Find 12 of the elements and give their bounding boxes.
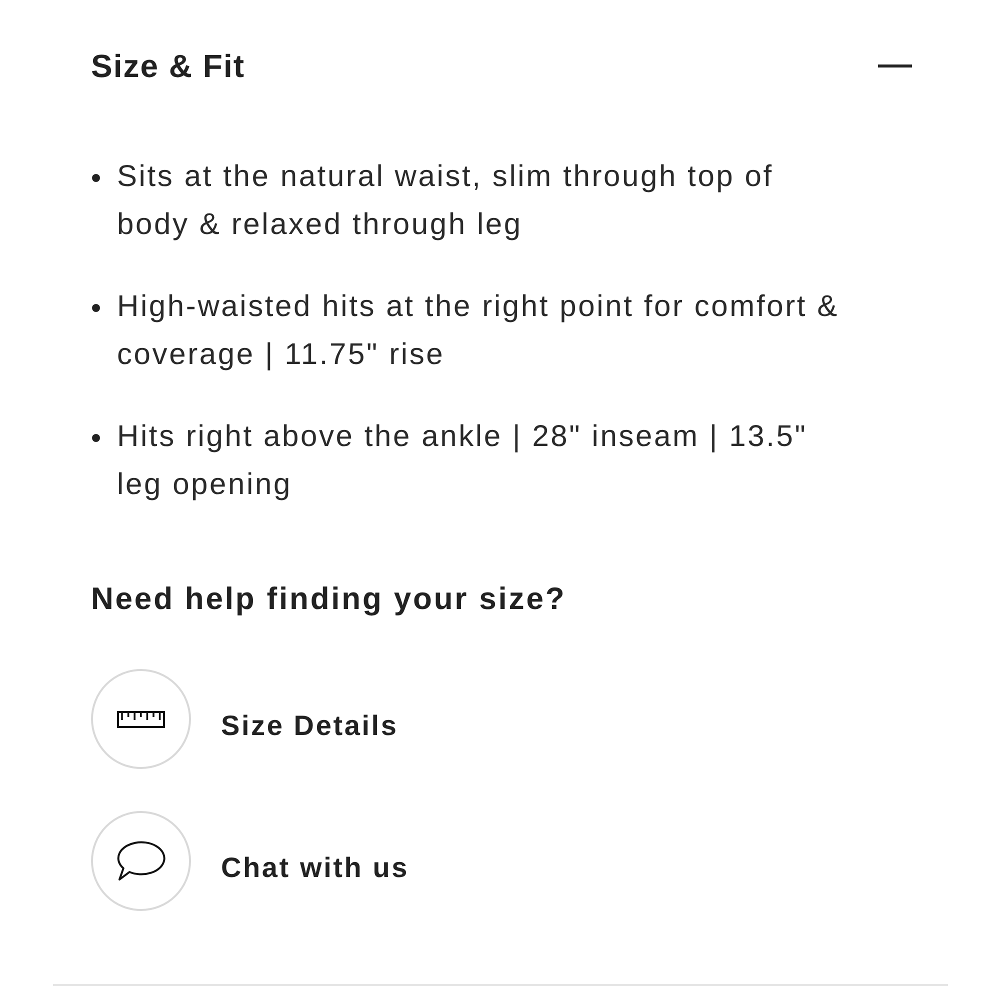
bullet-text: Sits at the natural waist, slim through top of body & relaxed through leg — [117, 159, 774, 243]
help-option-link[interactable]: Chat with us — [221, 851, 410, 885]
bullet-text: High-waisted hits at the right point for comfort & coverage | 11.75" rise — [117, 289, 840, 373]
bullet-dot-icon — [92, 434, 100, 442]
ruler-icon[interactable] — [91, 669, 191, 769]
speech-bubble-icon[interactable] — [91, 811, 191, 911]
help-option-link[interactable]: Size Details — [221, 709, 398, 743]
bullet-dot-icon — [92, 304, 100, 312]
bullet-dot-icon — [92, 174, 100, 182]
help-heading: Need help finding your size? — [91, 581, 568, 617]
bullet-text: Hits right above the ankle | 28" inseam | 13.5" leg opening — [117, 419, 808, 503]
section-title: Size & Fit — [91, 47, 246, 85]
